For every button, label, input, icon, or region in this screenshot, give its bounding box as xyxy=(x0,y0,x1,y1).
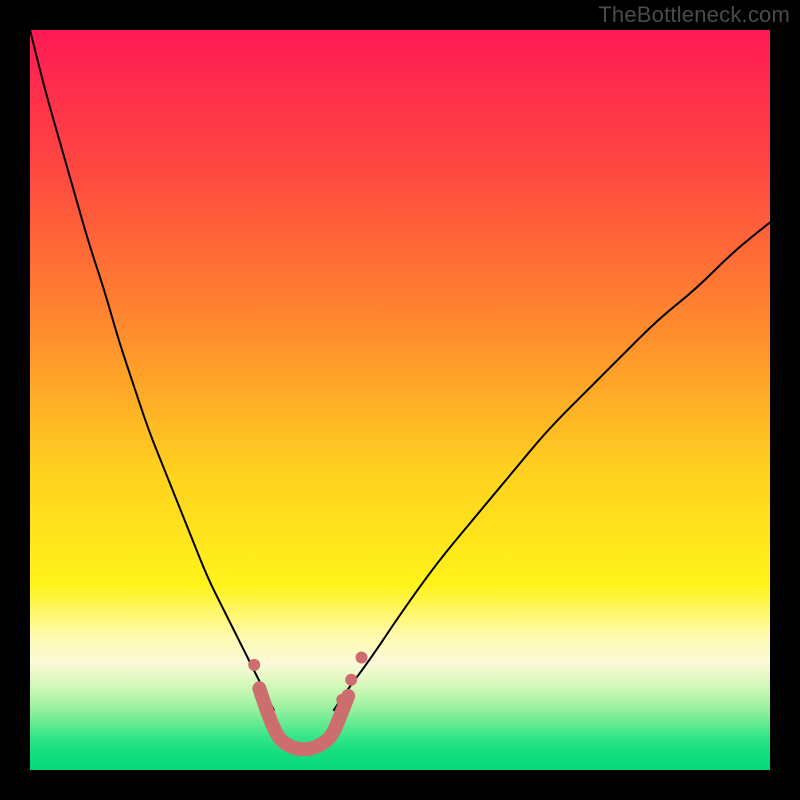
marker-0 xyxy=(248,659,260,671)
marker-2 xyxy=(336,694,348,706)
series-left-curve xyxy=(30,30,274,711)
marker-4 xyxy=(356,652,368,664)
marker-1 xyxy=(253,681,265,693)
plot-area xyxy=(30,30,770,770)
curve-layer xyxy=(30,30,770,770)
watermark-text: TheBottleneck.com xyxy=(598,2,790,28)
series-valley-sausage xyxy=(259,689,348,750)
series-right-curve xyxy=(333,222,770,710)
chart-frame: TheBottleneck.com xyxy=(0,0,800,800)
marker-3 xyxy=(345,674,357,686)
